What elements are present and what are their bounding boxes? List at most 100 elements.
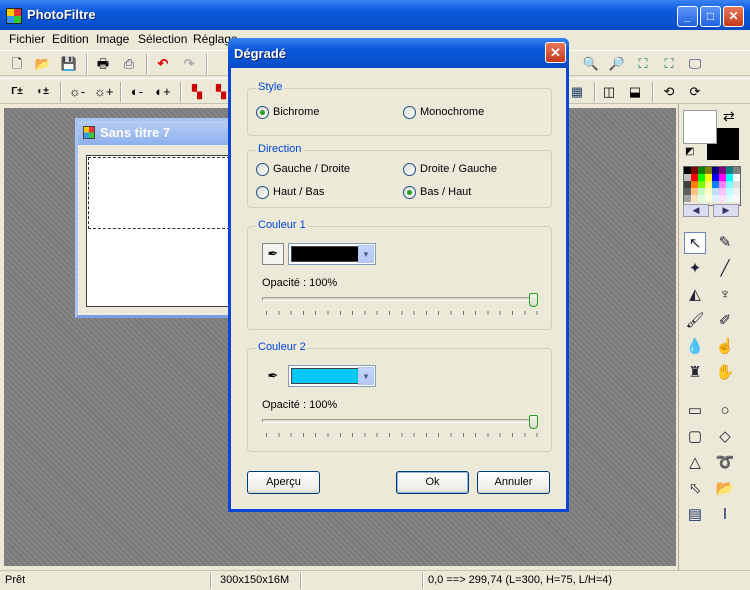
palette-color-cell[interactable]: [684, 181, 691, 188]
palette-color-cell[interactable]: [726, 174, 733, 181]
chevron-down-icon[interactable]: ▼: [358, 367, 374, 385]
palette-color-cell[interactable]: [719, 181, 726, 188]
zoom-out-icon[interactable]: 🔎: [608, 55, 626, 73]
palette-color-cell[interactable]: [705, 167, 712, 174]
new-file-icon[interactable]: 🗋: [8, 55, 26, 73]
line-tool-icon[interactable]: ╱: [714, 258, 736, 280]
auto-levels-icon[interactable]: Γ±: [8, 83, 26, 101]
palette-color-cell[interactable]: [691, 181, 698, 188]
radio-dot[interactable]: [403, 186, 416, 199]
fill-bucket-tool-icon[interactable]: ◭: [684, 284, 706, 306]
palette-color-cell[interactable]: [705, 174, 712, 181]
clone-stamp-tool-icon[interactable]: ♜: [684, 362, 706, 384]
contrast-down-icon[interactable]: ◐-: [128, 83, 146, 101]
palette-color-cell[interactable]: [684, 174, 691, 181]
color2-eyedropper-icon[interactable]: ✒: [262, 365, 284, 387]
maximize-button[interactable]: □: [700, 6, 721, 27]
flip-horizontal-icon[interactable]: ◫: [600, 83, 618, 101]
palette-color-cell[interactable]: [691, 167, 698, 174]
palette-color-cell[interactable]: [712, 195, 719, 202]
palette-color-cell[interactable]: [712, 174, 719, 181]
cancel-button[interactable]: Annuler: [477, 471, 550, 494]
palette-color-cell[interactable]: [733, 167, 740, 174]
palette-color-cell[interactable]: [691, 174, 698, 181]
brightness-up-icon[interactable]: ☼+: [94, 83, 114, 101]
color1-opacity-thumb[interactable]: [529, 293, 538, 307]
palette-color-cell[interactable]: [733, 174, 740, 181]
swap-colors-icon[interactable]: ⇄: [723, 108, 735, 125]
actual-size-icon[interactable]: ⛶: [634, 55, 652, 73]
palette-color-cell[interactable]: [698, 181, 705, 188]
radio-dot[interactable]: [403, 163, 416, 176]
minimize-button[interactable]: _: [677, 6, 698, 27]
fullscreen-icon[interactable]: 🖵: [686, 55, 704, 73]
palette-color-cell[interactable]: [698, 188, 705, 195]
color2-opacity-thumb[interactable]: [529, 415, 538, 429]
eyedropper-tool-icon[interactable]: ✎: [714, 232, 736, 254]
palette-color-cell[interactable]: [684, 167, 691, 174]
color1-select[interactable]: ▼: [288, 243, 376, 265]
color1-eyedropper-icon[interactable]: ✒: [262, 243, 284, 265]
selection-marquee[interactable]: [88, 157, 230, 229]
palette-color-cell[interactable]: [726, 188, 733, 195]
redo-icon[interactable]: ↷: [180, 55, 198, 73]
color2-opacity-slider[interactable]: [262, 419, 538, 423]
flip-vertical-icon[interactable]: ⬓: [626, 83, 644, 101]
scan-icon[interactable]: ⎙: [120, 55, 138, 73]
zoom-in-icon[interactable]: 🔍: [582, 55, 600, 73]
blur-drop-tool-icon[interactable]: 💧: [684, 336, 706, 358]
print-icon[interactable]: 🖶: [94, 55, 112, 73]
contrast-up-icon[interactable]: ◐+: [154, 83, 172, 101]
palette-next-icon[interactable]: ▶: [713, 204, 739, 217]
hand-tool-icon[interactable]: ✋: [714, 362, 736, 384]
image-canvas[interactable]: [86, 155, 232, 307]
stamp-filter-icon[interactable]: ▦: [568, 83, 586, 101]
dialog-close-button[interactable]: ✕: [545, 42, 566, 63]
rounded-rect-shape-icon[interactable]: ▢: [684, 426, 706, 448]
palette-color-cell[interactable]: [719, 174, 726, 181]
palette-color-cell[interactable]: [698, 167, 705, 174]
palette-color-cell[interactable]: [684, 188, 691, 195]
diamond-shape-icon[interactable]: ◇: [714, 426, 736, 448]
rotate-right-icon[interactable]: ⟳: [686, 83, 704, 101]
rectangle-shape-icon[interactable]: ▭: [684, 400, 706, 422]
palette-color-cell[interactable]: [719, 195, 726, 202]
palette-color-cell[interactable]: [726, 181, 733, 188]
rotate-left-icon[interactable]: ⟲: [660, 83, 678, 101]
advanced-brush-tool-icon[interactable]: ✐: [714, 310, 736, 332]
menu-fichier[interactable]: Fichier: [9, 32, 45, 46]
dialog-titlebar[interactable]: Dégradé ✕: [228, 38, 569, 68]
radio-dot[interactable]: [403, 106, 416, 119]
palette-color-cell[interactable]: [684, 195, 691, 202]
palette-color-cell[interactable]: [719, 167, 726, 174]
palette-color-cell[interactable]: [691, 195, 698, 202]
palette-color-cell[interactable]: [698, 174, 705, 181]
menu-selection[interactable]: Sélection: [138, 32, 187, 46]
palette-color-cell[interactable]: [726, 167, 733, 174]
open-folder-icon[interactable]: 📂: [34, 55, 52, 73]
brightness-down-icon[interactable]: ☼-: [68, 83, 86, 101]
saturation-icon[interactable]: ▚: [188, 83, 206, 101]
chevron-down-icon[interactable]: ▼: [358, 245, 374, 263]
magic-wand-tool-icon[interactable]: ✦: [684, 258, 706, 280]
image-window-titlebar[interactable]: Sans titre 7: [78, 121, 232, 145]
palette-color-cell[interactable]: [705, 195, 712, 202]
ellipse-shape-icon[interactable]: ○: [714, 400, 736, 422]
image-window[interactable]: Sans titre 7: [75, 118, 235, 318]
close-button[interactable]: ✕: [723, 6, 744, 27]
text-cursor-icon[interactable]: Ⅰ: [714, 504, 736, 526]
palette-color-cell[interactable]: [712, 167, 719, 174]
palette-color-cell[interactable]: [726, 195, 733, 202]
polygon-shape-icon[interactable]: ⬁: [684, 478, 706, 500]
color2-select[interactable]: ▼: [288, 365, 376, 387]
menu-image[interactable]: Image: [96, 32, 129, 46]
color1-opacity-slider[interactable]: [262, 297, 538, 301]
foreground-color-swatch[interactable]: [683, 110, 717, 144]
palette-color-cell[interactable]: [691, 188, 698, 195]
palette-color-cell[interactable]: [733, 195, 740, 202]
reset-colors-icon[interactable]: ◩: [685, 146, 694, 157]
save-icon[interactable]: 💾: [60, 55, 78, 73]
smudge-tool-icon[interactable]: ☝: [714, 336, 736, 358]
palette-color-cell[interactable]: [719, 188, 726, 195]
spray-tool-icon[interactable]: ♆: [714, 284, 736, 306]
